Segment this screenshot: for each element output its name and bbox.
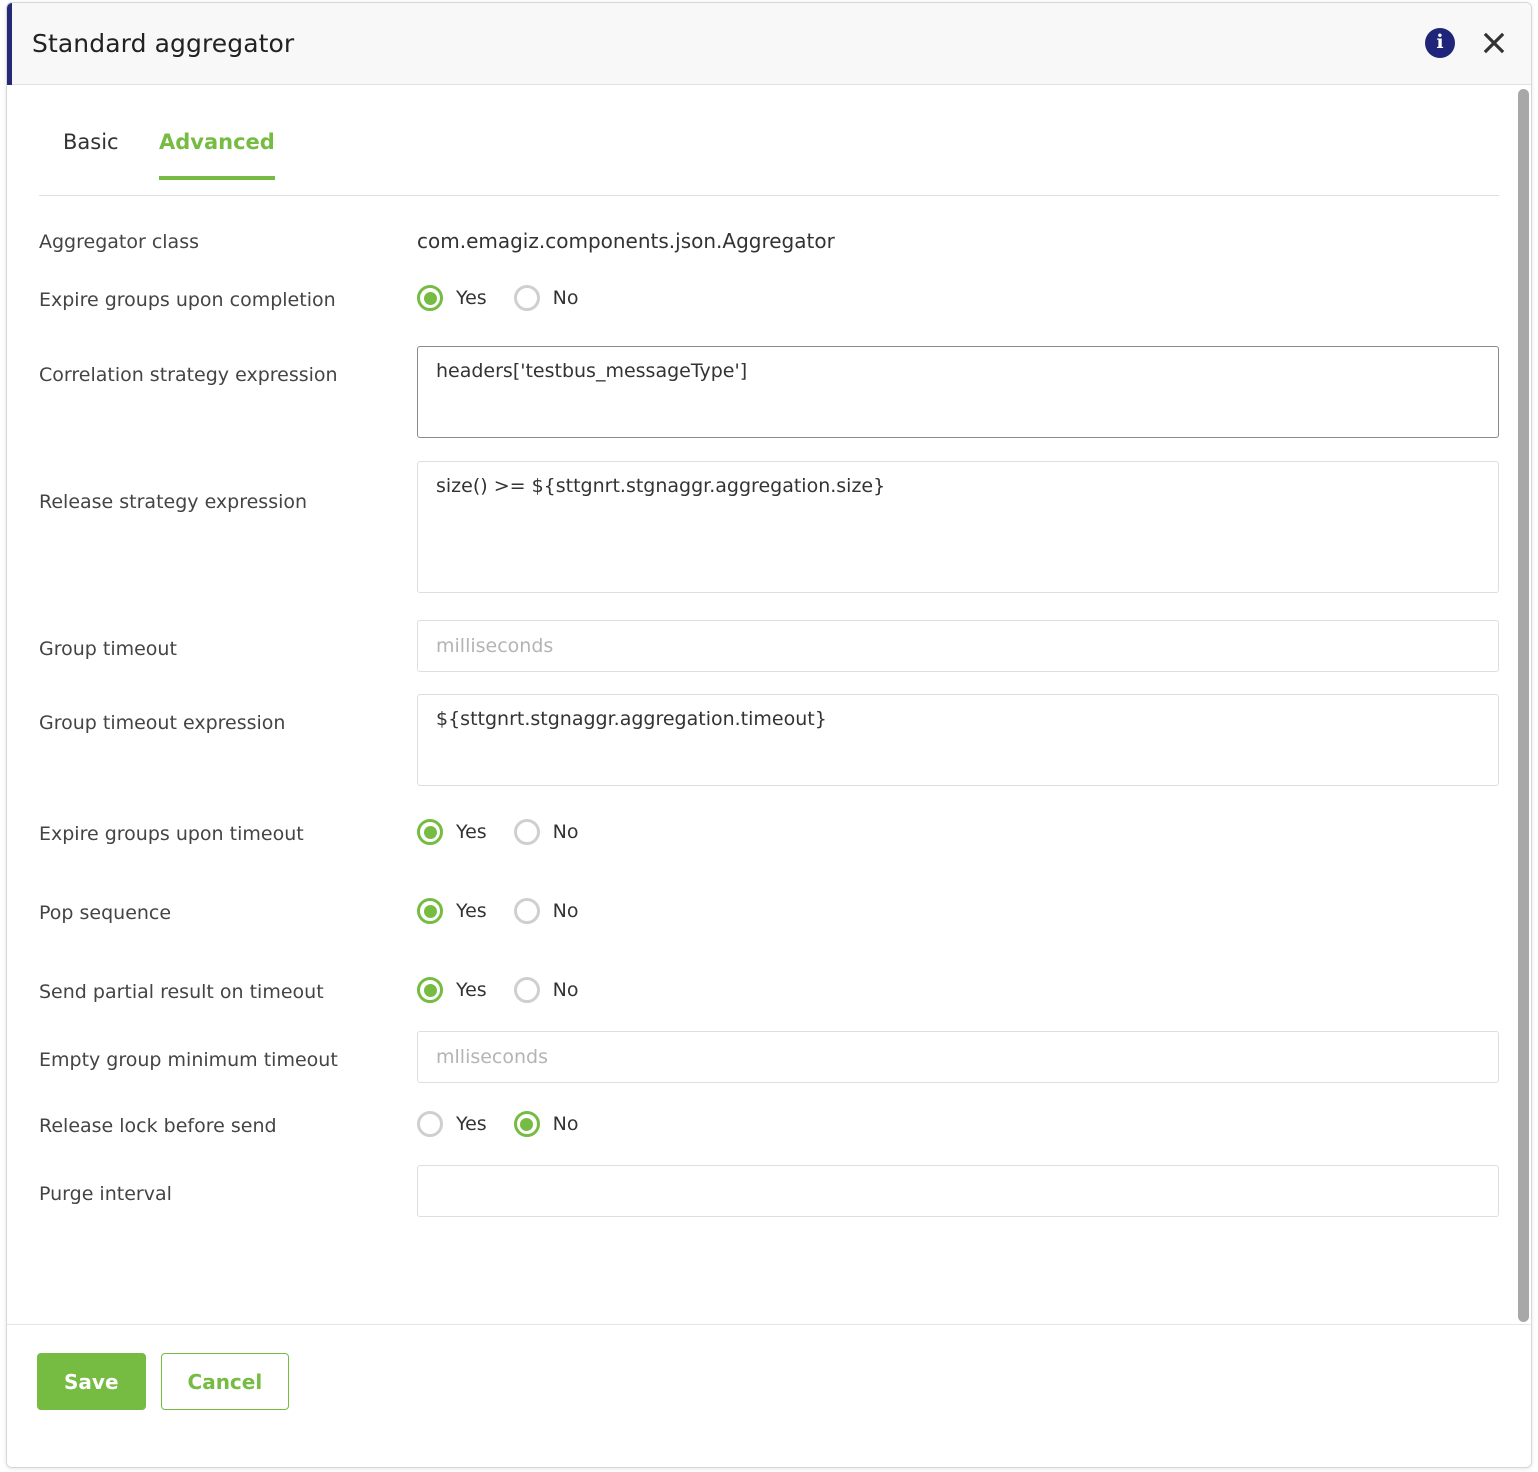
purge-interval-input[interactable] [417,1165,1499,1217]
radio-group-pop-sequence: Yes No [417,898,1499,924]
empty-group-minimum-timeout-input[interactable] [417,1031,1499,1083]
radio-label-no: No [552,287,579,309]
label-group-timeout: Group timeout [39,638,177,660]
footer-buttons: Save Cancel [37,1353,290,1410]
label-expire-groups-upon-timeout: Expire groups upon timeout [39,823,304,845]
radio-expire-timeout-yes[interactable]: Yes [417,819,487,845]
radio-dot-icon [513,977,540,1003]
header-actions: i [1425,28,1509,58]
radio-label-no: No [552,821,579,843]
row-correlation-strategy-expression: Correlation strategy expression [39,346,1499,438]
radio-pop-sequence-no[interactable]: No [513,898,579,924]
radio-label-yes: Yes [456,900,487,922]
radio-dot-icon [513,1111,540,1137]
radio-expire-completion-yes[interactable]: Yes [417,285,487,311]
radio-dot-icon [513,285,540,311]
row-aggregator-class: Aggregator class com.emagiz.components.j… [39,227,1499,253]
row-send-partial-result-on-timeout: Send partial result on timeout Yes No [39,977,1499,1003]
radio-group-send-partial-result: Yes No [417,977,1499,1003]
row-pop-sequence: Pop sequence Yes No [39,898,1499,924]
group-timeout-expression-input[interactable] [417,694,1499,786]
save-button[interactable]: Save [37,1353,146,1410]
radio-label-no: No [552,1113,579,1135]
radio-group-expire-groups-upon-completion: Yes No [417,285,1499,311]
close-icon[interactable] [1479,28,1509,58]
dialog-header: Standard aggregator i [7,3,1531,143]
row-purge-interval: Purge interval [39,1165,1499,1217]
row-group-timeout: Group timeout [39,620,1499,672]
label-group-timeout-expression: Group timeout expression [39,712,286,734]
dialog-footer: Save Cancel [7,1324,1531,1467]
radio-label-yes: Yes [456,821,487,843]
correlation-strategy-expression-input[interactable] [417,346,1499,438]
vertical-scrollbar[interactable] [1517,85,1531,1326]
label-correlation-strategy-expression: Correlation strategy expression [39,364,338,386]
label-expire-groups-upon-completion: Expire groups upon completion [39,289,336,311]
label-aggregator-class: Aggregator class [39,231,199,253]
row-release-strategy-expression: Release strategy expression [39,461,1499,593]
radio-expire-timeout-no[interactable]: No [513,819,579,845]
radio-group-release-lock-before-send: Yes No [417,1111,1499,1137]
advanced-settings-form: Aggregator class com.emagiz.components.j… [39,227,1499,1217]
radio-dot-icon [417,285,443,311]
radio-dot-icon [513,819,540,845]
release-strategy-expression-input[interactable] [417,461,1499,593]
radio-dot-icon [513,898,540,924]
dialog-title: Standard aggregator [32,29,295,58]
label-purge-interval: Purge interval [39,1183,172,1205]
label-release-lock-before-send: Release lock before send [39,1115,277,1137]
radio-label-no: No [552,979,579,1001]
radio-dot-icon [417,898,443,924]
radio-label-no: No [552,900,579,922]
standard-aggregator-dialog: Standard aggregator i Basic Advanced Agg… [6,2,1532,1468]
radio-label-yes: Yes [456,979,487,1001]
radio-dot-icon [417,977,443,1003]
group-timeout-input[interactable] [417,620,1499,672]
radio-dot-icon [417,1111,443,1137]
row-expire-groups-upon-timeout: Expire groups upon timeout Yes No [39,819,1499,845]
scrollbar-thumb[interactable] [1518,89,1529,1322]
label-pop-sequence: Pop sequence [39,902,172,924]
info-icon[interactable]: i [1425,28,1455,58]
value-aggregator-class: com.emagiz.components.json.Aggregator [417,229,835,253]
label-release-strategy-expression: Release strategy expression [39,491,308,513]
radio-send-partial-yes[interactable]: Yes [417,977,487,1003]
tab-advanced[interactable]: Advanced [159,130,275,180]
row-empty-group-minimum-timeout: Empty group minimum timeout [39,1031,1499,1083]
label-empty-group-minimum-timeout: Empty group minimum timeout [39,1049,338,1071]
radio-send-partial-no[interactable]: No [513,977,579,1003]
tab-basic[interactable]: Basic [63,130,119,176]
cancel-button[interactable]: Cancel [160,1353,290,1410]
radio-release-lock-yes[interactable]: Yes [417,1111,487,1137]
radio-expire-completion-no[interactable]: No [513,285,579,311]
radio-release-lock-no[interactable]: No [513,1111,579,1137]
radio-label-yes: Yes [456,287,487,309]
row-release-lock-before-send: Release lock before send Yes No [39,1111,1499,1137]
radio-label-yes: Yes [456,1113,487,1135]
dialog-body: Basic Advanced Aggregator class com.emag… [7,85,1531,1326]
row-expire-groups-upon-completion: Expire groups upon completion Yes No [39,285,1499,311]
row-group-timeout-expression: Group timeout expression [39,694,1499,786]
radio-pop-sequence-yes[interactable]: Yes [417,898,487,924]
label-send-partial-result-on-timeout: Send partial result on timeout [39,981,324,1003]
radio-dot-icon [417,819,443,845]
tab-bar: Basic Advanced [39,130,1499,196]
radio-group-expire-groups-upon-timeout: Yes No [417,819,1499,845]
